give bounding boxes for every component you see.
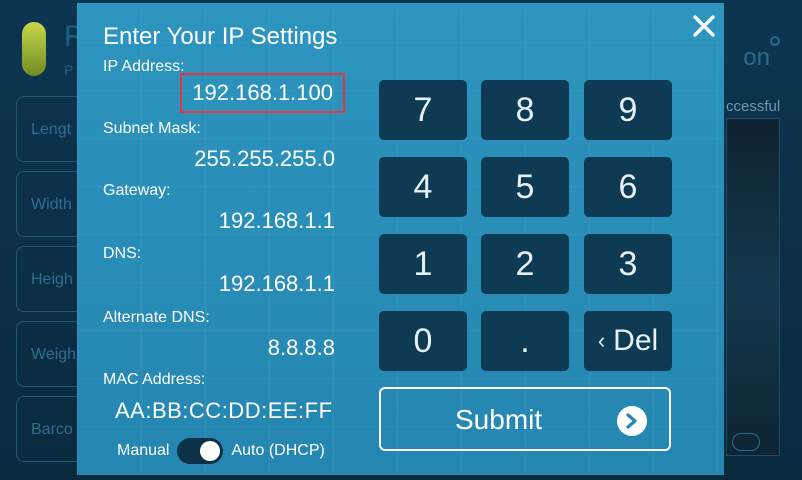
keypad-6[interactable]: 6 xyxy=(584,157,672,217)
background-subtitle: P xyxy=(64,62,74,78)
auto-dhcp-label: Auto (DHCP) xyxy=(231,442,325,459)
camera-preview xyxy=(726,118,780,456)
submit-button[interactable]: Submit xyxy=(379,387,671,451)
logo-mark-icon xyxy=(770,36,780,46)
ip-address-label: IP Address: xyxy=(103,58,185,75)
keypad-1[interactable]: 1 xyxy=(379,234,467,294)
close-icon[interactable] xyxy=(691,13,717,39)
dns-label: DNS: xyxy=(103,245,142,262)
ip-settings-dialog: Enter Your IP Settings IP Address: 192.1… xyxy=(77,3,724,475)
brand-logo: on xyxy=(743,44,770,71)
dialog-title: Enter Your IP Settings xyxy=(103,23,338,50)
keypad-8[interactable]: 8 xyxy=(481,80,569,140)
subnet-mask-label: Subnet Mask: xyxy=(103,120,201,137)
chevron-up-icon[interactable] xyxy=(732,433,760,451)
keypad-5[interactable]: 5 xyxy=(481,157,569,217)
delete-label: Del xyxy=(613,324,659,357)
alternate-dns-label: Alternate DNS: xyxy=(103,309,210,326)
backspace-icon: ‹ xyxy=(597,328,606,353)
keypad-3[interactable]: 3 xyxy=(584,234,672,294)
chevron-right-circle-icon xyxy=(617,406,647,436)
status-pill xyxy=(22,22,46,76)
keypad-7[interactable]: 7 xyxy=(379,80,467,140)
keypad-4[interactable]: 4 xyxy=(379,157,467,217)
mac-address-value: AA:BB:CC:DD:EE:FF xyxy=(115,398,333,423)
manual-label: Manual xyxy=(117,442,170,459)
mode-toggle-row: Manual Auto (DHCP) xyxy=(117,438,325,464)
keypad-decimal[interactable]: . xyxy=(481,311,569,371)
gateway-field[interactable]: 192.168.1.1 xyxy=(219,208,335,234)
submit-label: Submit xyxy=(455,404,543,435)
keypad-delete-button[interactable]: ‹ Del xyxy=(584,311,672,371)
keypad-2[interactable]: 2 xyxy=(481,234,569,294)
alternate-dns-field[interactable]: 8.8.8.8 xyxy=(268,335,335,361)
dhcp-toggle[interactable] xyxy=(177,438,224,464)
subnet-mask-field[interactable]: 255.255.255.0 xyxy=(194,146,335,172)
dns-field[interactable]: 192.168.1.1 xyxy=(219,271,335,297)
background-status-text: ccessful xyxy=(726,98,781,115)
keypad-9[interactable]: 9 xyxy=(584,80,672,140)
gateway-label: Gateway: xyxy=(103,182,171,199)
keypad-0[interactable]: 0 xyxy=(379,311,467,371)
ip-address-field[interactable]: 192.168.1.100 xyxy=(180,73,345,113)
mac-address-label: MAC Address: xyxy=(103,371,206,388)
toggle-knob xyxy=(200,441,221,461)
